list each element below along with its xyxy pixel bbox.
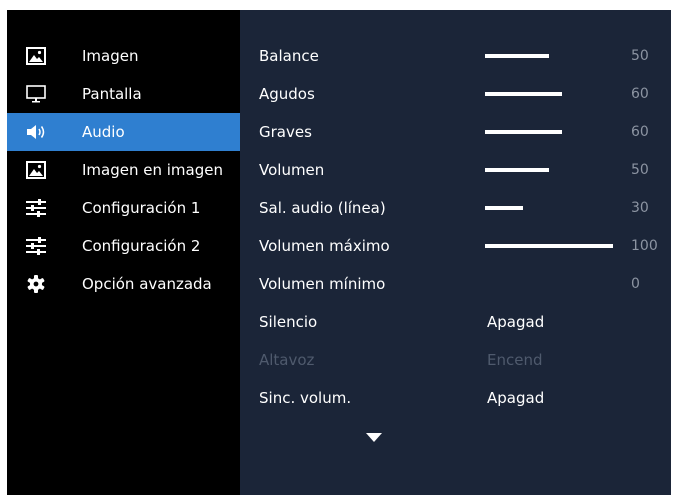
picture-in-picture-icon [26,161,46,179]
setting-value: Encend [487,351,543,369]
sliders-icon [26,199,46,217]
level-bar[interactable] [485,92,562,96]
setting-value: Apagad [487,389,545,407]
setting-row-sinc-volum[interactable]: Sinc. volum. Apagad [240,379,671,417]
setting-row-volumen-maximo[interactable]: Volumen máximo 100 [240,227,671,265]
setting-row-balance[interactable]: Balance 50 [240,37,671,75]
setting-label: Silencio [259,313,318,331]
level-bar[interactable] [485,168,549,172]
setting-value: 60 [631,86,649,102]
image-icon [26,47,46,65]
setting-label: Balance [259,47,319,65]
audio-settings-panel: Balance 50 Agudos 60 Graves 60 Volumen 50 Sal. a… [240,10,671,495]
sidebar-item-opcion-avanzada[interactable]: Opción avanzada [7,265,240,303]
sidebar-item-label: Configuración 1 [82,199,201,217]
osd-menu: Imagen Pantalla Audio Imagen en imagen C… [7,10,671,495]
setting-value: Apagad [487,313,545,331]
setting-value: 30 [631,200,649,216]
sidebar-item-audio[interactable]: Audio [7,113,240,151]
chevron-down-icon[interactable] [366,433,382,443]
setting-label: Volumen máximo [259,237,390,255]
setting-label: Sal. audio (línea) [259,199,386,217]
setting-value: 60 [631,124,649,140]
setting-value: 50 [631,162,649,178]
setting-row-altavoz: Altavoz Encend [240,341,671,379]
setting-value: 0 [631,276,640,292]
sidebar-item-imagen[interactable]: Imagen [7,37,240,75]
level-bar[interactable] [485,244,613,248]
setting-label: Graves [259,123,312,141]
setting-row-volumen-minimo[interactable]: Volumen mínimo 0 [240,265,671,303]
setting-label: Volumen mínimo [259,275,386,293]
sidebar-item-label: Imagen en imagen [82,161,223,179]
gear-icon [27,275,45,293]
sidebar-item-label: Pantalla [82,85,142,103]
monitor-icon [26,85,46,103]
setting-row-volumen[interactable]: Volumen 50 [240,151,671,189]
speaker-icon [27,125,45,139]
sidebar-item-imagen-en-imagen[interactable]: Imagen en imagen [7,151,240,189]
setting-value: 100 [631,238,658,254]
setting-row-silencio[interactable]: Silencio Apagad [240,303,671,341]
sidebar-item-label: Opción avanzada [82,275,212,293]
sidebar-item-configuracion-1[interactable]: Configuración 1 [7,189,240,227]
level-bar[interactable] [485,54,549,58]
setting-label: Volumen [259,161,325,179]
setting-row-sal-audio-linea[interactable]: Sal. audio (línea) 30 [240,189,671,227]
setting-label: Sinc. volum. [259,389,352,407]
setting-label: Agudos [259,85,315,103]
setting-row-agudos[interactable]: Agudos 60 [240,75,671,113]
sliders-icon [26,237,46,255]
sidebar: Imagen Pantalla Audio Imagen en imagen C… [7,10,240,495]
level-bar[interactable] [485,206,523,210]
setting-row-graves[interactable]: Graves 60 [240,113,671,151]
sidebar-item-configuracion-2[interactable]: Configuración 2 [7,227,240,265]
sidebar-item-pantalla[interactable]: Pantalla [7,75,240,113]
sidebar-item-label: Imagen [82,47,139,65]
level-bar[interactable] [485,130,562,134]
sidebar-item-label: Configuración 2 [82,237,201,255]
setting-value: 50 [631,48,649,64]
setting-label: Altavoz [259,351,315,369]
sidebar-item-label: Audio [82,123,125,141]
